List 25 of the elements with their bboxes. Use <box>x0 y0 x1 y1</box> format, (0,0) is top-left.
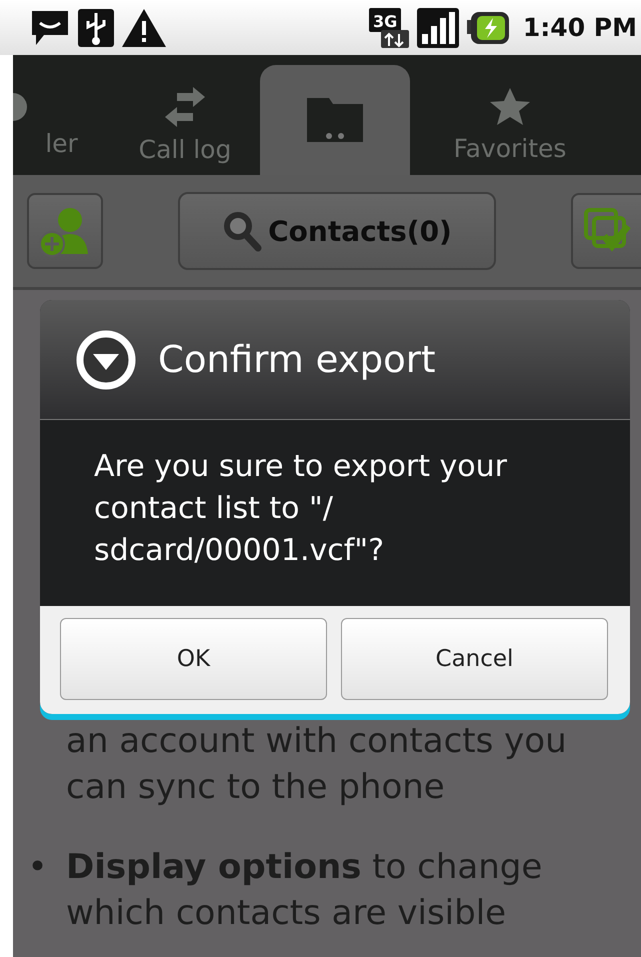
dialog-title: Confirm export <box>158 338 436 381</box>
chat-smiley-icon <box>30 8 70 46</box>
arrows-icon <box>163 86 207 126</box>
dialog-button[interactable]: OK <box>60 618 327 700</box>
dialog-button[interactable]: Cancel <box>341 618 608 700</box>
clock-time: 1:40 PM <box>522 13 637 42</box>
warning-icon <box>122 8 166 46</box>
search-contacts-button[interactable]: Contacts(0) <box>178 192 496 270</box>
folder-icon <box>307 98 363 142</box>
search-icon <box>222 210 262 252</box>
bullet-dot: • <box>26 846 49 889</box>
tab[interactable]: ler <box>13 75 110 175</box>
down-arrow-circle-icon <box>76 330 136 390</box>
battery-charging-icon <box>466 12 509 44</box>
help-text: an account with contacts you can sync to the phone <box>66 720 568 809</box>
tab[interactable] <box>260 65 410 175</box>
usb-icon <box>78 8 114 46</box>
star-icon <box>490 88 530 126</box>
multi-select-button[interactable] <box>571 193 641 269</box>
signal-icon <box>416 8 459 48</box>
help-text: Display options to change which contacts are visible <box>66 846 544 935</box>
tab[interactable]: Favorites <box>410 75 610 175</box>
dialog-message: Are you sure to export your contact list to "/ sdcard/00001.vcf"? <box>93 448 508 570</box>
tab[interactable]: Call log <box>110 75 260 175</box>
add-contact-button[interactable] <box>27 193 103 269</box>
